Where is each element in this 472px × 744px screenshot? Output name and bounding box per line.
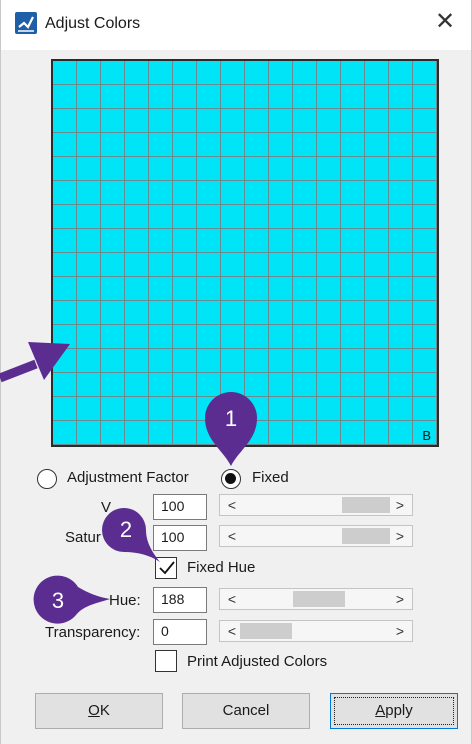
ok-label-rest: K [99, 702, 110, 719]
cancel-label: Cancel [222, 702, 270, 719]
fixed-radio[interactable] [221, 469, 241, 489]
scroll-right-arrow[interactable]: > [392, 527, 408, 545]
window-title: Adjust Colors [45, 15, 141, 32]
callout-number-3: 3 [52, 588, 64, 613]
transparency-scrollbar[interactable]: < > [219, 620, 413, 642]
scroll-left-arrow[interactable]: < [224, 590, 240, 608]
callout-number-1: 1 [225, 406, 237, 431]
hue-scrollbar[interactable]: < > [219, 588, 413, 610]
fixed-hue-label: Fixed Hue [187, 559, 256, 576]
adjustment-factor-radio[interactable] [37, 469, 57, 489]
scroll-left-arrow[interactable]: < [224, 622, 240, 640]
fixed-label: Fixed [252, 469, 289, 486]
transparency-scroll-thumb[interactable] [240, 623, 292, 639]
value-scroll-thumb[interactable] [342, 497, 390, 513]
focus-rectangle [334, 697, 454, 725]
hue-label: Hue: [109, 592, 141, 609]
scroll-right-arrow[interactable]: > [392, 496, 408, 514]
callout-number-2: 2 [120, 517, 132, 542]
print-adjusted-colors-label: Print Adjusted Colors [187, 653, 328, 670]
adjustment-factor-label: Adjustment Factor [67, 469, 189, 486]
scroll-left-arrow[interactable]: < [224, 527, 240, 545]
callout-bubble-3: 3 [33, 575, 110, 624]
transparency-field[interactable]: 0 [153, 619, 207, 645]
print-adjusted-colors-checkbox[interactable] [155, 650, 177, 672]
scroll-right-arrow[interactable]: > [392, 622, 408, 640]
ok-button[interactable]: OK [35, 693, 163, 729]
cancel-button[interactable]: Cancel [182, 693, 310, 729]
callout-bubble-1: 1 [205, 392, 257, 466]
saturation-label: Satur [65, 529, 101, 546]
scroll-right-arrow[interactable]: > [392, 590, 408, 608]
preview-corner-label: B [422, 428, 431, 443]
adjust-colors-app-icon [15, 12, 37, 34]
callout-arrow-icon [0, 342, 70, 383]
callout-bubble-2: 2 [102, 508, 160, 562]
title-bar: Adjust Colors ✕ [1, 0, 471, 50]
hue-scroll-thumb[interactable] [293, 591, 345, 607]
close-icon[interactable]: ✕ [433, 10, 457, 34]
ok-accelerator: O [88, 702, 100, 719]
saturation-scrollbar[interactable]: < > [219, 525, 413, 547]
scroll-left-arrow[interactable]: < [224, 496, 240, 514]
apply-button[interactable]: Apply [330, 693, 458, 729]
value-scrollbar[interactable]: < > [219, 494, 413, 516]
saturation-scroll-thumb[interactable] [342, 528, 390, 544]
hue-field[interactable]: 188 [153, 587, 207, 613]
